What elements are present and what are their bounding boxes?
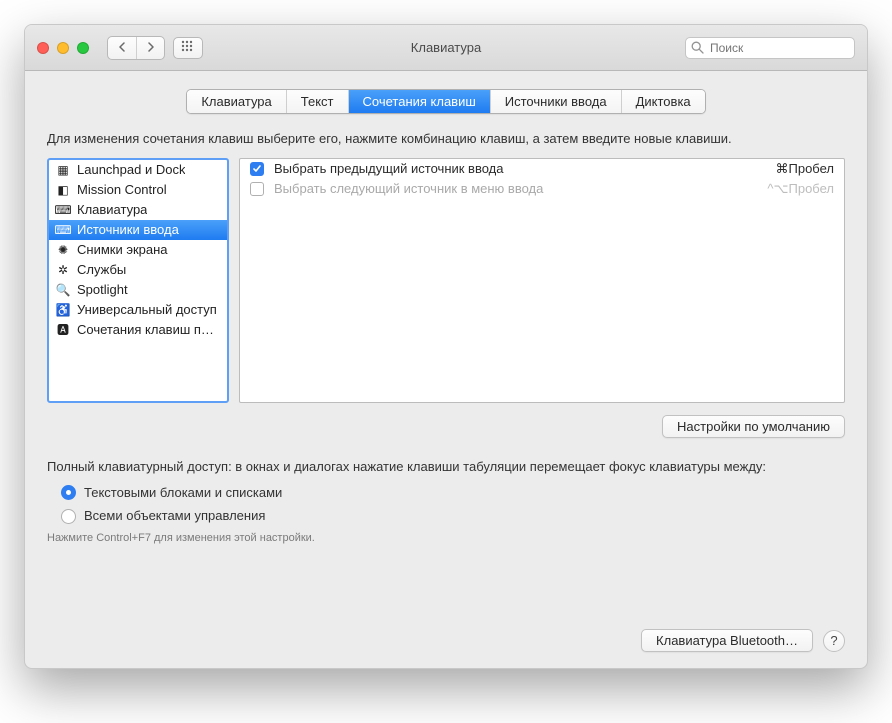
chevron-left-icon bbox=[118, 40, 126, 55]
input-sources-icon: ⌨ bbox=[55, 222, 71, 238]
forward-button[interactable] bbox=[136, 37, 164, 59]
shortcut-checkbox[interactable] bbox=[250, 162, 264, 176]
spotlight-icon: 🔍 bbox=[55, 282, 71, 298]
traffic-lights bbox=[37, 42, 89, 54]
back-button[interactable] bbox=[108, 37, 136, 59]
close-window-button[interactable] bbox=[37, 42, 49, 54]
radio-label: Всеми объектами управления bbox=[84, 507, 265, 525]
category-sidebar[interactable]: ▦ Launchpad и Dock ◧ Mission Control ⌨ Клавиа… bbox=[47, 158, 229, 403]
sidebar-item-label: Сочетания клавиш пр… bbox=[77, 322, 221, 337]
sidebar-item-label: Источники ввода bbox=[77, 222, 179, 237]
shortcut-row-0[interactable]: Выбрать предыдущий источник ввода ⌘Пробел bbox=[240, 159, 844, 179]
search-field-container bbox=[685, 37, 855, 59]
instruction-text: Для изменения сочетания клавиш выберите … bbox=[47, 130, 845, 148]
shortcut-keys[interactable]: ^⌥Пробел bbox=[767, 181, 834, 197]
shortcut-checkbox[interactable] bbox=[250, 182, 264, 196]
sidebar-item-label: Снимки экрана bbox=[77, 242, 168, 257]
footer: Клавиатура Bluetooth… ? bbox=[47, 629, 845, 652]
tab-2[interactable]: Сочетания клавиш bbox=[349, 90, 491, 113]
radio-label: Текстовыми блоками и списками bbox=[84, 484, 282, 502]
screenshots-icon: ✺ bbox=[55, 242, 71, 258]
sidebar-item-label: Клавиатура bbox=[77, 202, 147, 217]
sidebar-item-label: Универсальный доступ bbox=[77, 302, 217, 317]
sidebar-item-label: Службы bbox=[77, 262, 126, 277]
content: КлавиатураТекстСочетания клавишИсточники… bbox=[25, 71, 867, 668]
shortcut-list[interactable]: Выбрать предыдущий источник ввода ⌘Пробел… bbox=[239, 158, 845, 403]
services-icon: ✲ bbox=[55, 262, 71, 278]
fka-radio-1[interactable]: Всеми объектами управления bbox=[61, 507, 845, 525]
fka-radio-group: Текстовыми блоками и списками Всеми объек… bbox=[61, 484, 845, 525]
app-shortcuts-icon: 🅰 bbox=[55, 322, 71, 338]
tab-1[interactable]: Текст bbox=[287, 90, 349, 113]
nav-buttons bbox=[107, 36, 165, 60]
tab-3[interactable]: Источники ввода bbox=[491, 90, 622, 113]
sidebar-item-7[interactable]: ♿ Универсальный доступ bbox=[49, 300, 227, 320]
tabs: КлавиатураТекстСочетания клавишИсточники… bbox=[186, 89, 705, 114]
sidebar-item-6[interactable]: 🔍 Spotlight bbox=[49, 280, 227, 300]
keyboard-icon: ⌨ bbox=[55, 202, 71, 218]
help-button[interactable]: ? bbox=[823, 630, 845, 652]
chevron-right-icon bbox=[147, 40, 155, 55]
search-input[interactable] bbox=[685, 37, 855, 59]
restore-row: Настройки по умолчанию bbox=[47, 415, 845, 438]
full-keyboard-access-section: Полный клавиатурный доступ: в окнах и ди… bbox=[47, 458, 845, 547]
sidebar-item-label: Mission Control bbox=[77, 182, 167, 197]
sidebar-item-3[interactable]: ⌨ Источники ввода bbox=[49, 220, 227, 240]
launchpad-icon: ▦ bbox=[55, 162, 71, 178]
tab-0[interactable]: Клавиатура bbox=[187, 90, 286, 113]
sidebar-item-8[interactable]: 🅰 Сочетания клавиш пр… bbox=[49, 320, 227, 340]
sidebar-item-1[interactable]: ◧ Mission Control bbox=[49, 180, 227, 200]
show-all-preferences-button[interactable] bbox=[173, 37, 203, 59]
sidebar-item-0[interactable]: ▦ Launchpad и Dock bbox=[49, 160, 227, 180]
restore-defaults-button[interactable]: Настройки по умолчанию bbox=[662, 415, 845, 438]
zoom-window-button[interactable] bbox=[77, 42, 89, 54]
sidebar-item-4[interactable]: ✺ Снимки экрана bbox=[49, 240, 227, 260]
shortcut-label: Выбрать следующий источник в меню ввода bbox=[274, 181, 757, 196]
fka-description: Полный клавиатурный доступ: в окнах и ди… bbox=[47, 458, 845, 476]
radio-indicator bbox=[61, 509, 76, 524]
bluetooth-keyboard-button[interactable]: Клавиатура Bluetooth… bbox=[641, 629, 813, 652]
sidebar-item-5[interactable]: ✲ Службы bbox=[49, 260, 227, 280]
grid-icon bbox=[181, 40, 195, 55]
mission-control-icon: ◧ bbox=[55, 182, 71, 198]
sidebar-item-label: Launchpad и Dock bbox=[77, 162, 185, 177]
sidebar-item-2[interactable]: ⌨ Клавиатура bbox=[49, 200, 227, 220]
fka-hint: Нажмите Control+F7 для изменения этой на… bbox=[47, 531, 845, 546]
minimize-window-button[interactable] bbox=[57, 42, 69, 54]
radio-indicator bbox=[61, 485, 76, 500]
tab-4[interactable]: Диктовка bbox=[622, 90, 705, 113]
accessibility-icon: ♿ bbox=[55, 302, 71, 318]
preferences-window: Клавиатура КлавиатураТекстСочетания клав… bbox=[24, 24, 868, 669]
shortcut-label: Выбрать предыдущий источник ввода bbox=[274, 161, 766, 176]
sidebar-item-label: Spotlight bbox=[77, 282, 128, 297]
shortcut-keys[interactable]: ⌘Пробел bbox=[776, 161, 835, 177]
shortcut-row-1[interactable]: Выбрать следующий источник в меню ввода ^… bbox=[240, 179, 844, 199]
panels: ▦ Launchpad и Dock ◧ Mission Control ⌨ Клавиа… bbox=[47, 158, 845, 403]
titlebar: Клавиатура bbox=[25, 25, 867, 71]
fka-radio-0[interactable]: Текстовыми блоками и списками bbox=[61, 484, 845, 502]
